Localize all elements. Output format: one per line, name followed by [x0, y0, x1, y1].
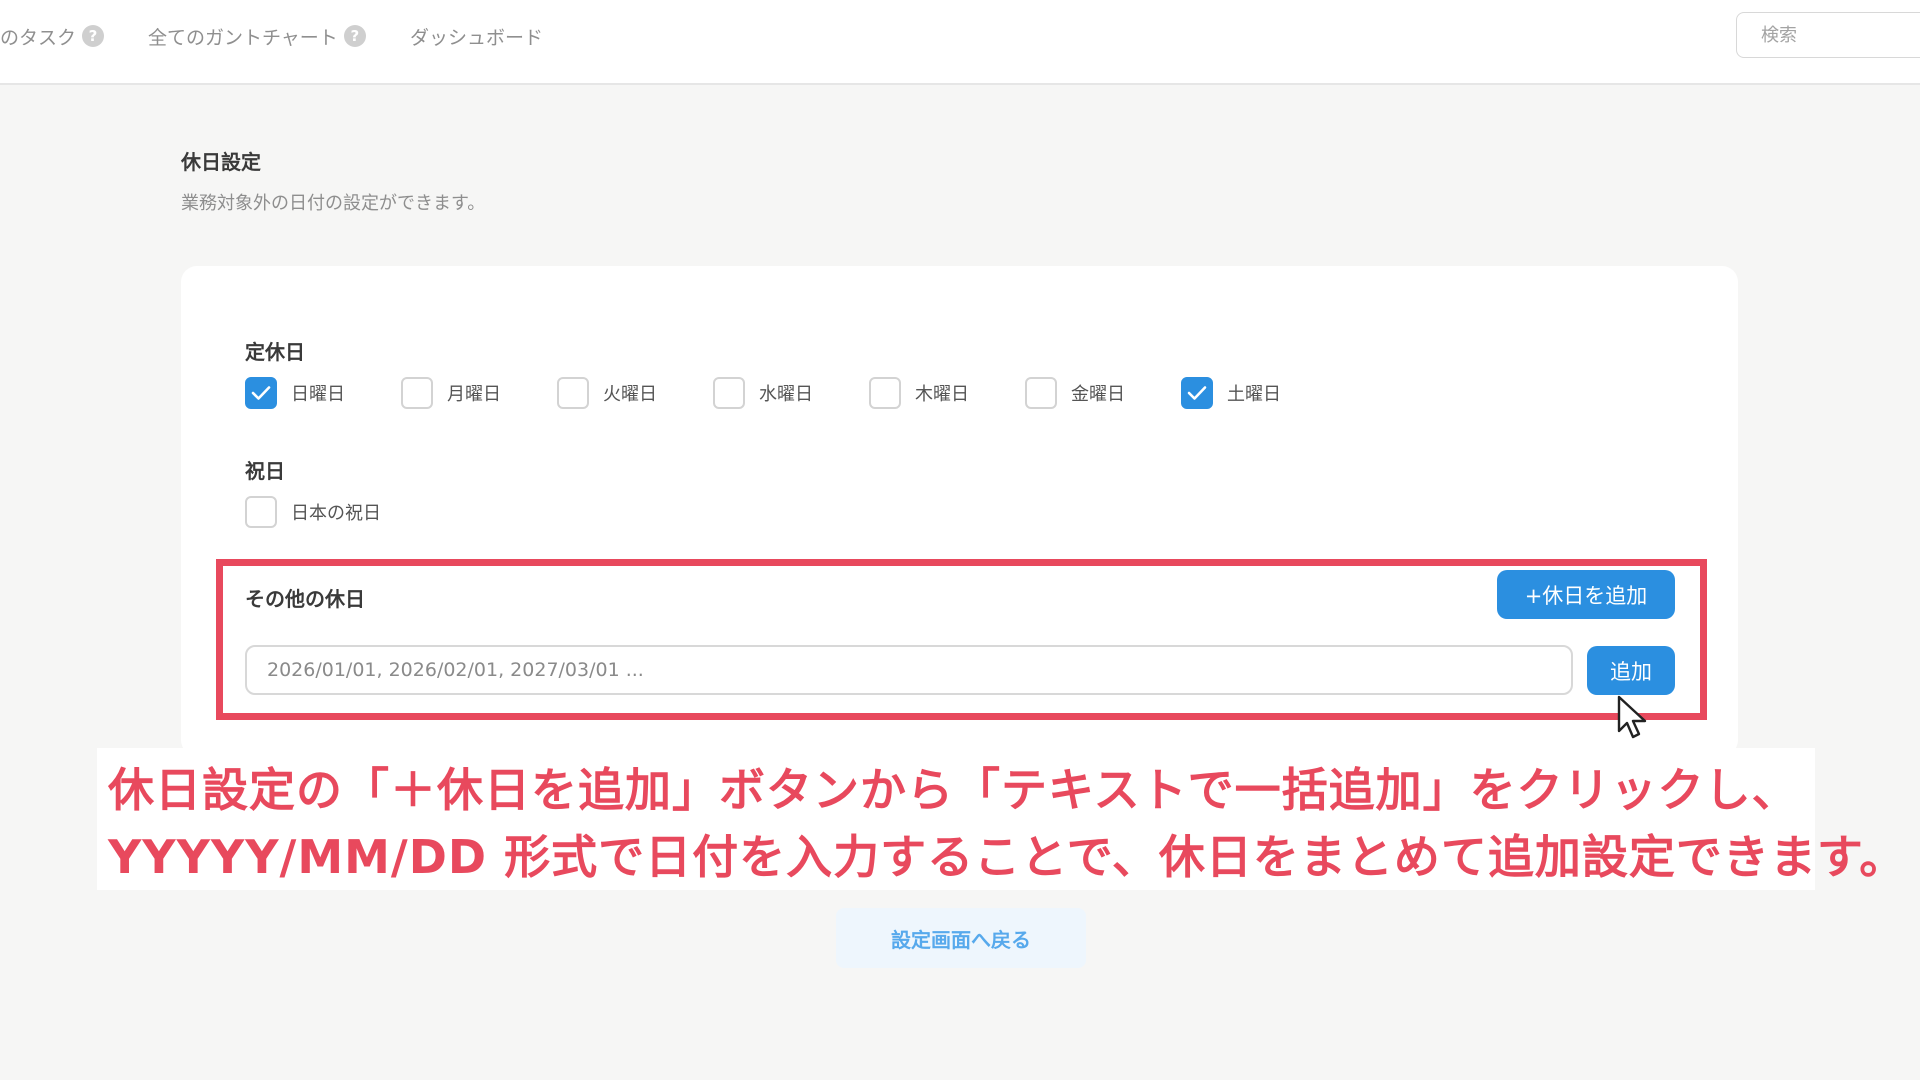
checkbox-unchecked-icon[interactable]: [713, 377, 745, 409]
nav-tab-label: ダッシュボード: [410, 26, 544, 49]
public-holidays-label: 祝日: [245, 459, 285, 483]
checkbox-friday[interactable]: 金曜日: [1025, 377, 1181, 409]
highlight-frame: [216, 559, 1707, 720]
back-to-settings-button[interactable]: 設定画面へ戻る: [836, 908, 1086, 968]
checkbox-sunday[interactable]: 日曜日: [245, 377, 401, 409]
public-holiday-checkbox-group: 日本の祝日: [245, 496, 381, 528]
nav-tab-dashboard[interactable]: ダッシュボード: [410, 22, 543, 50]
checkbox-unchecked-icon[interactable]: [401, 377, 433, 409]
page-title: 休日設定: [181, 150, 261, 174]
checkbox-label: 月曜日: [447, 384, 501, 405]
checkbox-label: 日曜日: [291, 384, 345, 405]
nav-tab-tasks[interactable]: のタスク ?: [0, 22, 105, 50]
checkbox-unchecked-icon[interactable]: [1025, 377, 1057, 409]
checkbox-label: 土曜日: [1227, 384, 1281, 405]
checkbox-saturday[interactable]: 土曜日: [1181, 377, 1337, 409]
checkbox-wednesday[interactable]: 水曜日: [713, 377, 869, 409]
weekday-checkbox-group: 日曜日 月曜日 火曜日 水曜日 木曜日 金曜日 土曜日: [245, 377, 1337, 409]
checkbox-japan-holidays[interactable]: 日本の祝日: [245, 496, 381, 528]
checkbox-thursday[interactable]: 木曜日: [869, 377, 1025, 409]
caption-line-1: 休日設定の「＋休日を追加」ボタンから「テキストで一括追加」をクリックし、: [108, 763, 1799, 817]
page-description: 業務対象外の日付の設定ができます。: [181, 193, 486, 214]
checkbox-checked-icon[interactable]: [245, 377, 277, 409]
search-input[interactable]: [1736, 12, 1920, 58]
regular-holidays-label: 定休日: [245, 340, 305, 364]
nav-tab-all-gantt-charts[interactable]: 全てのガントチャート ?: [148, 22, 366, 50]
nav-tab-label: 全てのガントチャート: [148, 26, 338, 49]
caption-line-2: YYYYY/MM/DD 形式で日付を入力することで、休日をまとめて追加設定できま…: [108, 830, 1907, 884]
instruction-caption: 休日設定の「＋休日を追加」ボタンから「テキストで一括追加」をクリックし、 YYY…: [97, 748, 1905, 890]
mouse-cursor-icon: [1617, 695, 1651, 747]
top-nav: のタスク ? 全てのガントチャート ? ダッシュボード: [0, 0, 1920, 85]
checkbox-checked-icon[interactable]: [1181, 377, 1213, 409]
checkbox-label: 日本の祝日: [291, 503, 381, 524]
checkbox-label: 木曜日: [915, 384, 969, 405]
checkbox-label: 水曜日: [759, 384, 813, 405]
checkbox-unchecked-icon[interactable]: [245, 496, 277, 528]
checkbox-unchecked-icon[interactable]: [869, 377, 901, 409]
checkbox-label: 火曜日: [603, 384, 657, 405]
checkbox-label: 金曜日: [1071, 384, 1125, 405]
help-icon[interactable]: ?: [343, 25, 366, 47]
checkbox-unchecked-icon[interactable]: [557, 377, 589, 409]
nav-tab-label: のタスク: [0, 26, 77, 49]
help-icon[interactable]: ?: [82, 25, 105, 47]
checkbox-monday[interactable]: 月曜日: [401, 377, 557, 409]
checkbox-tuesday[interactable]: 火曜日: [557, 377, 713, 409]
